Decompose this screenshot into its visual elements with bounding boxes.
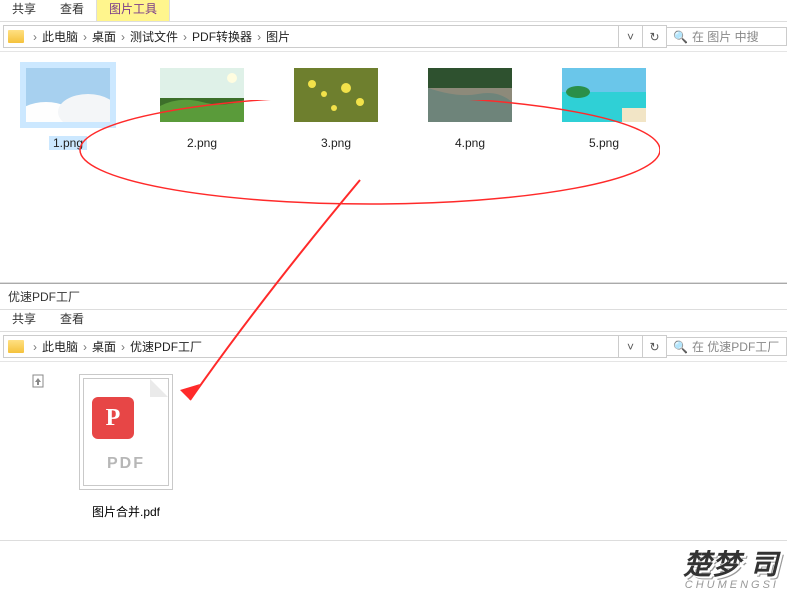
folder-content[interactable]: P PDF 图片合并.pdf [0, 362, 787, 540]
breadcrumb-separator: › [78, 340, 92, 354]
folder-content[interactable]: 1.png 2.png [0, 52, 787, 282]
thumbnail-image [428, 68, 512, 122]
breadcrumb-item[interactable]: 桌面 [92, 28, 116, 45]
tab-image-tools[interactable]: 图片工具 [96, 0, 170, 21]
tab-view[interactable]: 查看 [48, 306, 96, 331]
pdf-file-icon: P PDF [83, 378, 169, 486]
breadcrumb-item[interactable]: PDF转换器 [192, 28, 252, 45]
file-item[interactable]: 3.png [288, 62, 384, 150]
file-item[interactable]: 4.png [422, 62, 518, 150]
breadcrumb-path[interactable]: › 此电脑 › 桌面 › 优速PDF工厂 [3, 335, 619, 358]
window-pdf-folder: 优速PDF工厂 共享 查看 › 此电脑 › 桌面 › 优速PDF工厂 ˅ ↻ 🔍… [0, 283, 787, 541]
thumbnail-image [562, 68, 646, 122]
breadcrumb-item[interactable]: 优速PDF工厂 [130, 338, 202, 355]
ribbon-tabs: 共享 查看 图片工具 [0, 0, 787, 22]
file-name: 2.png [154, 136, 250, 150]
tab-share[interactable]: 共享 [0, 306, 48, 331]
folder-icon [8, 340, 24, 353]
file-name: 5.png [556, 136, 652, 150]
file-name: 1.png [49, 136, 87, 150]
window-images-folder: 共享 查看 图片工具 › 此电脑 › 桌面 › 测试文件 › PDF转换器 › … [0, 0, 787, 283]
watermark: 楚梦 司 CHUMENGSI [683, 543, 779, 591]
search-icon: 🔍 [673, 340, 688, 354]
breadcrumb-separator: › [116, 340, 130, 354]
tab-view[interactable]: 查看 [48, 0, 96, 21]
ribbon-tabs: 共享 查看 [0, 310, 787, 332]
pdf-type-label: PDF [84, 455, 168, 473]
refresh-button[interactable]: ↻ [643, 25, 667, 48]
file-item[interactable]: 5.png [556, 62, 652, 150]
history-dropdown-button[interactable]: ˅ [619, 25, 643, 48]
breadcrumb-item[interactable]: 此电脑 [42, 28, 78, 45]
address-bar-buttons: ˅ ↻ 🔍 在 优速PDF工厂 [619, 335, 787, 358]
file-item[interactable]: P PDF 图片合并.pdf [66, 374, 186, 520]
breadcrumb-item[interactable]: 测试文件 [130, 28, 178, 45]
breadcrumb-separator: › [28, 340, 42, 354]
file-name: 3.png [288, 136, 384, 150]
nav-up-button[interactable] [30, 374, 46, 520]
breadcrumb-path[interactable]: › 此电脑 › 桌面 › 测试文件 › PDF转换器 › 图片 [3, 25, 619, 48]
search-icon: 🔍 [673, 30, 688, 44]
refresh-button[interactable]: ↻ [643, 335, 667, 358]
search-placeholder: 在 优速PDF工厂 [692, 338, 779, 355]
tab-share[interactable]: 共享 [0, 0, 48, 21]
breadcrumb-item[interactable]: 此电脑 [42, 338, 78, 355]
breadcrumb-separator: › [28, 30, 42, 44]
up-arrow-icon [30, 374, 46, 390]
search-placeholder: 在 图片 中搜 [692, 28, 759, 45]
window-title: 优速PDF工厂 [0, 284, 787, 310]
file-name: 图片合并.pdf [66, 503, 186, 520]
watermark-sub: CHUMENGSI [683, 579, 779, 591]
thumbnail-image [294, 68, 378, 122]
breadcrumb-separator: › [116, 30, 130, 44]
pdf-badge-icon: P [92, 397, 134, 439]
breadcrumb-item[interactable]: 桌面 [92, 338, 116, 355]
breadcrumb-separator: › [178, 30, 192, 44]
thumbnail-image [160, 68, 244, 122]
file-name: 4.png [422, 136, 518, 150]
folder-icon [8, 30, 24, 43]
history-dropdown-button[interactable]: ˅ [619, 335, 643, 358]
address-bar: › 此电脑 › 桌面 › 优速PDF工厂 ˅ ↻ 🔍 在 优速PDF工厂 [0, 332, 787, 362]
breadcrumb-separator: › [78, 30, 92, 44]
breadcrumb-separator: › [252, 30, 266, 44]
address-bar-buttons: ˅ ↻ 🔍 在 图片 中搜 [619, 25, 787, 48]
file-item[interactable]: 2.png [154, 62, 250, 150]
search-input[interactable]: 🔍 在 图片 中搜 [667, 27, 787, 46]
thumbnail-list: 1.png 2.png [20, 62, 767, 150]
breadcrumb-item[interactable]: 图片 [266, 28, 290, 45]
search-input[interactable]: 🔍 在 优速PDF工厂 [667, 337, 787, 356]
file-item[interactable]: 1.png [20, 62, 116, 150]
watermark-main: 楚梦 司 [683, 543, 779, 583]
address-bar: › 此电脑 › 桌面 › 测试文件 › PDF转换器 › 图片 ˅ ↻ 🔍 在 … [0, 22, 787, 52]
thumbnail-image [26, 68, 110, 122]
